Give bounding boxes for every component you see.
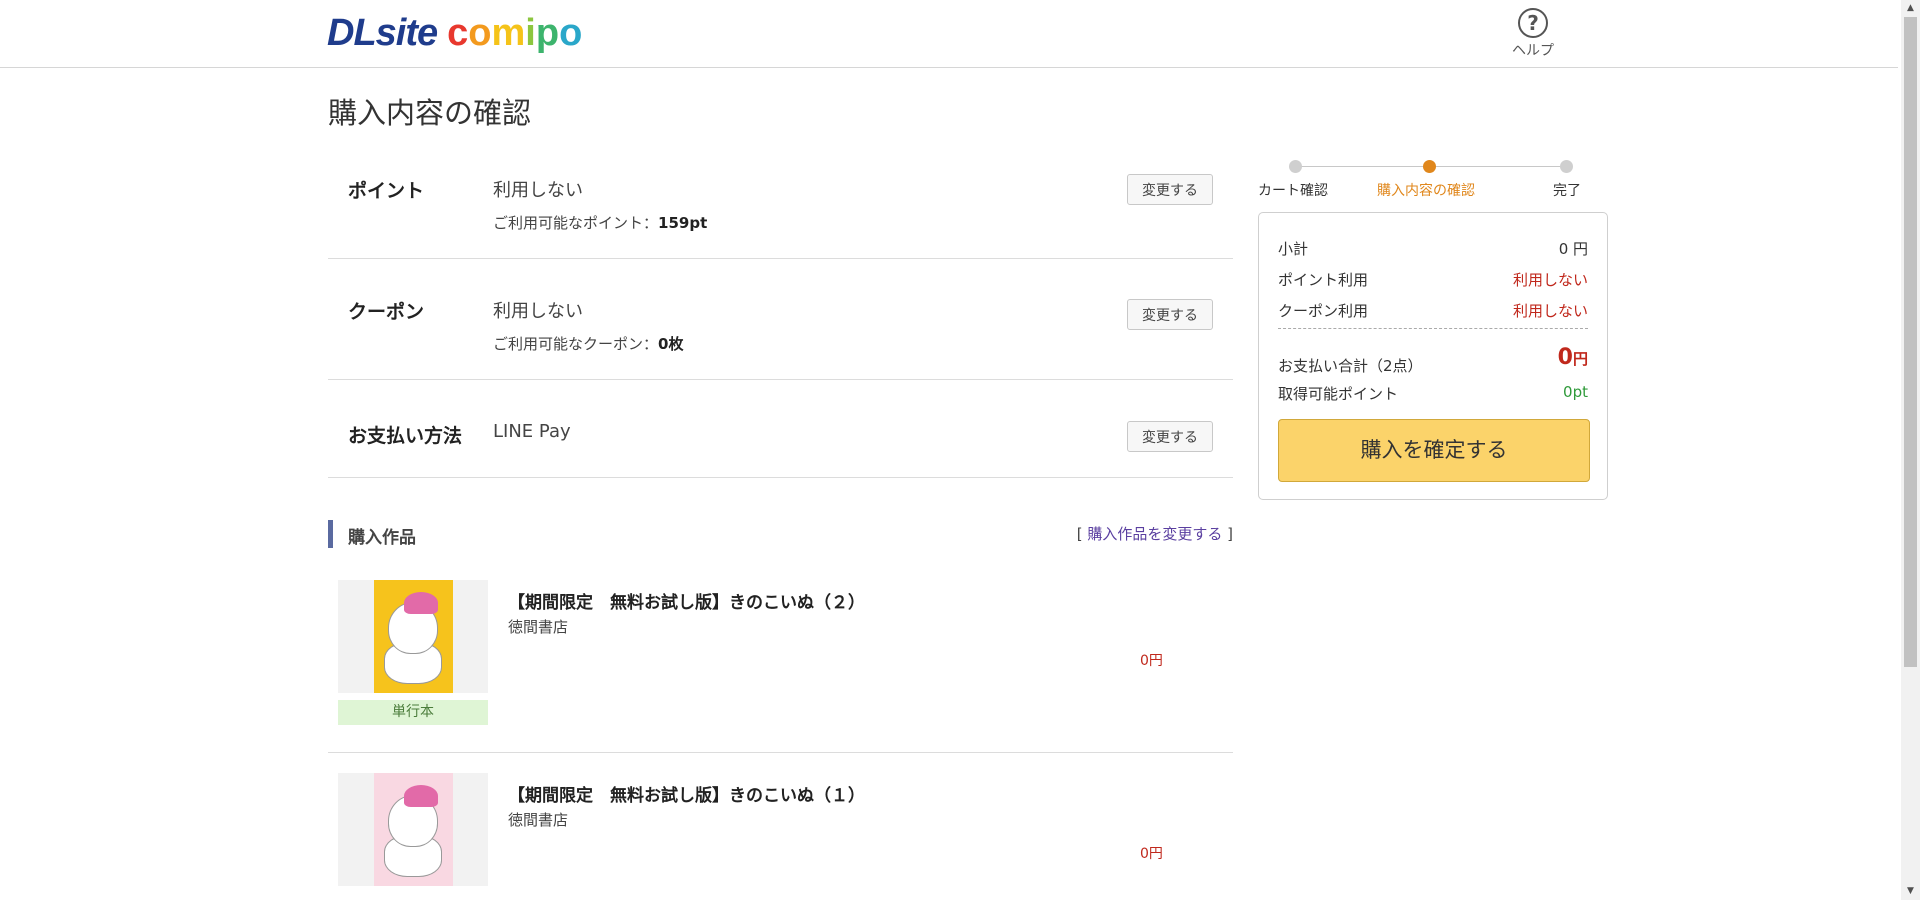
step-label-cart: カート確認 bbox=[1258, 183, 1328, 199]
item-title[interactable]: 【期間限定 無料お試し版】きのこいぬ（１） bbox=[508, 781, 865, 806]
logo-letter: p bbox=[535, 12, 560, 54]
payment-value: LINE Pay bbox=[493, 421, 571, 442]
list-item: 単行本 【期間限定 無料お試し版】きのこいぬ（２） 徳間書店 0円 bbox=[328, 580, 1233, 753]
coupon-available: ご利用可能なクーポン：0枚 bbox=[493, 333, 683, 354]
progress-steps: カート確認 購入内容の確認 完了 bbox=[1258, 158, 1608, 199]
cover-art bbox=[374, 773, 453, 886]
step-dot-confirm bbox=[1423, 160, 1436, 173]
purchased-items-header: 購入作品 [ 購入作品を変更する ] bbox=[328, 520, 1233, 548]
item-divider bbox=[328, 752, 1233, 753]
logo-dlsite-text: DLsite bbox=[327, 12, 438, 54]
scroll-down-arrow-icon[interactable]: ▼ bbox=[1901, 883, 1920, 900]
scrollbar-thumb[interactable] bbox=[1904, 17, 1917, 667]
total-label: お支払い合計（2点） bbox=[1278, 357, 1423, 375]
change-point-button[interactable]: 変更する bbox=[1127, 174, 1213, 205]
coupon-available-label: ご利用可能なクーポン： bbox=[493, 335, 659, 353]
point-value: 利用しない bbox=[493, 180, 583, 201]
logo-letter: o bbox=[468, 12, 492, 54]
total-value: 0円 bbox=[1558, 345, 1588, 370]
item-cover-image[interactable] bbox=[338, 773, 488, 886]
coupon-label: クーポン bbox=[348, 301, 425, 323]
step-dot-cart bbox=[1289, 160, 1302, 173]
bracket-open: [ bbox=[1076, 525, 1088, 543]
dlsite-comipo-logo[interactable]: DLsite comipo bbox=[327, 8, 582, 58]
question-circle-icon: ? bbox=[1518, 8, 1548, 38]
point-available-label: ご利用可能なポイント： bbox=[493, 214, 659, 232]
scroll-up-arrow-icon[interactable]: ▲ bbox=[1901, 0, 1920, 17]
bracket-close: ] bbox=[1222, 525, 1233, 543]
subtotal-value: 0 円 bbox=[1558, 240, 1588, 258]
total-amount: 0 bbox=[1557, 345, 1573, 370]
step-label-complete: 完了 bbox=[1553, 183, 1581, 199]
point-available: ご利用可能なポイント：159pt bbox=[493, 212, 707, 233]
coupon-setting-row: クーポン 利用しない ご利用可能なクーポン：0枚 変更する bbox=[328, 259, 1233, 380]
point-available-value: 159pt bbox=[658, 214, 708, 232]
step-label-confirm: 購入内容の確認 bbox=[1377, 183, 1475, 199]
earn-point-value: 0pt bbox=[1563, 383, 1588, 401]
earn-point-label: 取得可能ポイント bbox=[1278, 385, 1399, 403]
help-label: ヘルプ bbox=[1512, 43, 1554, 59]
payment-setting-row: お支払い方法 LINE Pay 変更する bbox=[328, 380, 1233, 478]
coupon-value: 利用しない bbox=[493, 301, 583, 322]
change-coupon-button[interactable]: 変更する bbox=[1127, 299, 1213, 330]
item-title[interactable]: 【期間限定 無料お試し版】きのこいぬ（２） bbox=[508, 588, 865, 613]
subtotal-row: 小計 0 円 bbox=[1278, 238, 1588, 262]
item-publisher: 徳間書店 bbox=[508, 618, 569, 636]
logo-comipo-text: comipo bbox=[447, 12, 582, 54]
mushroom-hat bbox=[404, 785, 438, 807]
point-usage-label: ポイント利用 bbox=[1278, 271, 1369, 289]
page-title: 購入内容の確認 bbox=[328, 96, 532, 130]
logo-letter: o bbox=[559, 12, 583, 54]
summary-divider bbox=[1278, 328, 1588, 329]
purchased-items-title: 購入作品 bbox=[348, 528, 416, 548]
logo-letter: c bbox=[447, 12, 469, 54]
site-header: DLsite comipo ? ヘルプ bbox=[0, 0, 1898, 68]
coupon-available-value: 0枚 bbox=[658, 335, 684, 353]
subtotal-label: 小計 bbox=[1278, 240, 1309, 258]
coupon-usage-row: クーポン利用 利用しない bbox=[1278, 300, 1588, 324]
confirm-purchase-button[interactable]: 購入を確定する bbox=[1278, 419, 1590, 482]
change-items-link[interactable]: 購入作品を変更する bbox=[1087, 525, 1222, 543]
order-summary-box: 小計 0 円 ポイント利用 利用しない クーポン利用 利用しない お支払い合計（… bbox=[1258, 212, 1608, 500]
logo-letter: m bbox=[491, 12, 526, 54]
coupon-usage-label: クーポン利用 bbox=[1278, 302, 1369, 320]
item-price: 0円 bbox=[1140, 653, 1163, 669]
section-accent-bar bbox=[328, 520, 333, 548]
format-badge: 単行本 bbox=[338, 700, 488, 725]
payment-label: お支払い方法 bbox=[348, 425, 463, 447]
change-payment-button[interactable]: 変更する bbox=[1127, 421, 1213, 452]
item-publisher: 徳間書店 bbox=[508, 811, 569, 829]
item-price: 0円 bbox=[1140, 846, 1163, 862]
total-unit: 円 bbox=[1572, 350, 1588, 368]
step-dot-complete bbox=[1560, 160, 1573, 173]
list-item: 【期間限定 無料お試し版】きのこいぬ（１） 徳間書店 0円 bbox=[328, 773, 1233, 900]
earn-point-row: 取得可能ポイント 0pt bbox=[1278, 383, 1588, 407]
total-row: お支払い合計（2点） 0円 bbox=[1278, 345, 1588, 381]
point-usage-row: ポイント利用 利用しない bbox=[1278, 269, 1588, 293]
cover-art bbox=[374, 580, 453, 693]
change-items-link-wrapper: [ 購入作品を変更する ] bbox=[1077, 523, 1233, 544]
logo-letter: i bbox=[525, 12, 536, 54]
page-scrollbar[interactable]: ▲ ▼ bbox=[1901, 0, 1920, 900]
point-usage-value: 利用しない bbox=[1512, 271, 1588, 289]
point-setting-row: ポイント 利用しない ご利用可能なポイント：159pt 変更する bbox=[328, 150, 1233, 259]
help-link[interactable]: ? ヘルプ bbox=[1505, 8, 1561, 60]
coupon-usage-value: 利用しない bbox=[1512, 302, 1588, 320]
item-cover-image[interactable] bbox=[338, 580, 488, 693]
mushroom-hat bbox=[404, 592, 438, 614]
point-label: ポイント bbox=[348, 180, 425, 202]
